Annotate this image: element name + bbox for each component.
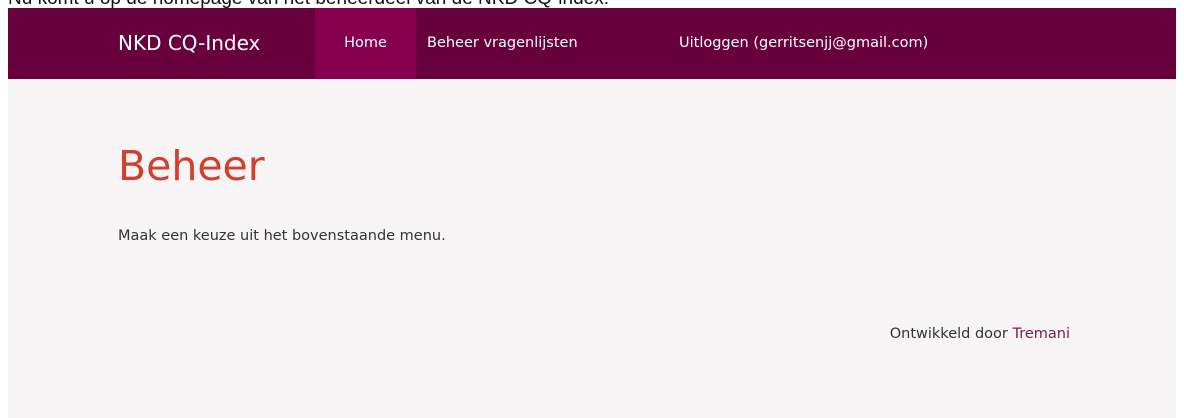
brand-link[interactable]: NKD CQ-Index	[118, 8, 260, 79]
nav-item-uitloggen[interactable]: Uitloggen (gerritsenjj@gmail.com)	[679, 8, 928, 79]
navbar: NKD CQ-Index Home Beheer vragenlijsten U…	[8, 8, 1176, 79]
nav-item-beheer-vragenlijsten[interactable]: Beheer vragenlijsten	[427, 8, 578, 79]
nav-item-home[interactable]: Home	[315, 8, 416, 79]
page-title: Beheer	[118, 142, 265, 190]
footer-link-tremani[interactable]: Tremani	[1012, 326, 1070, 342]
footer: Ontwikkeld door Tremani	[890, 324, 1070, 344]
main-content: Beheer Maak een keuze uit het bovenstaan…	[8, 79, 1176, 418]
intro-text: Maak een keuze uit het bovenstaande menu…	[118, 228, 446, 244]
footer-text: Ontwikkeld door	[889, 326, 1008, 342]
